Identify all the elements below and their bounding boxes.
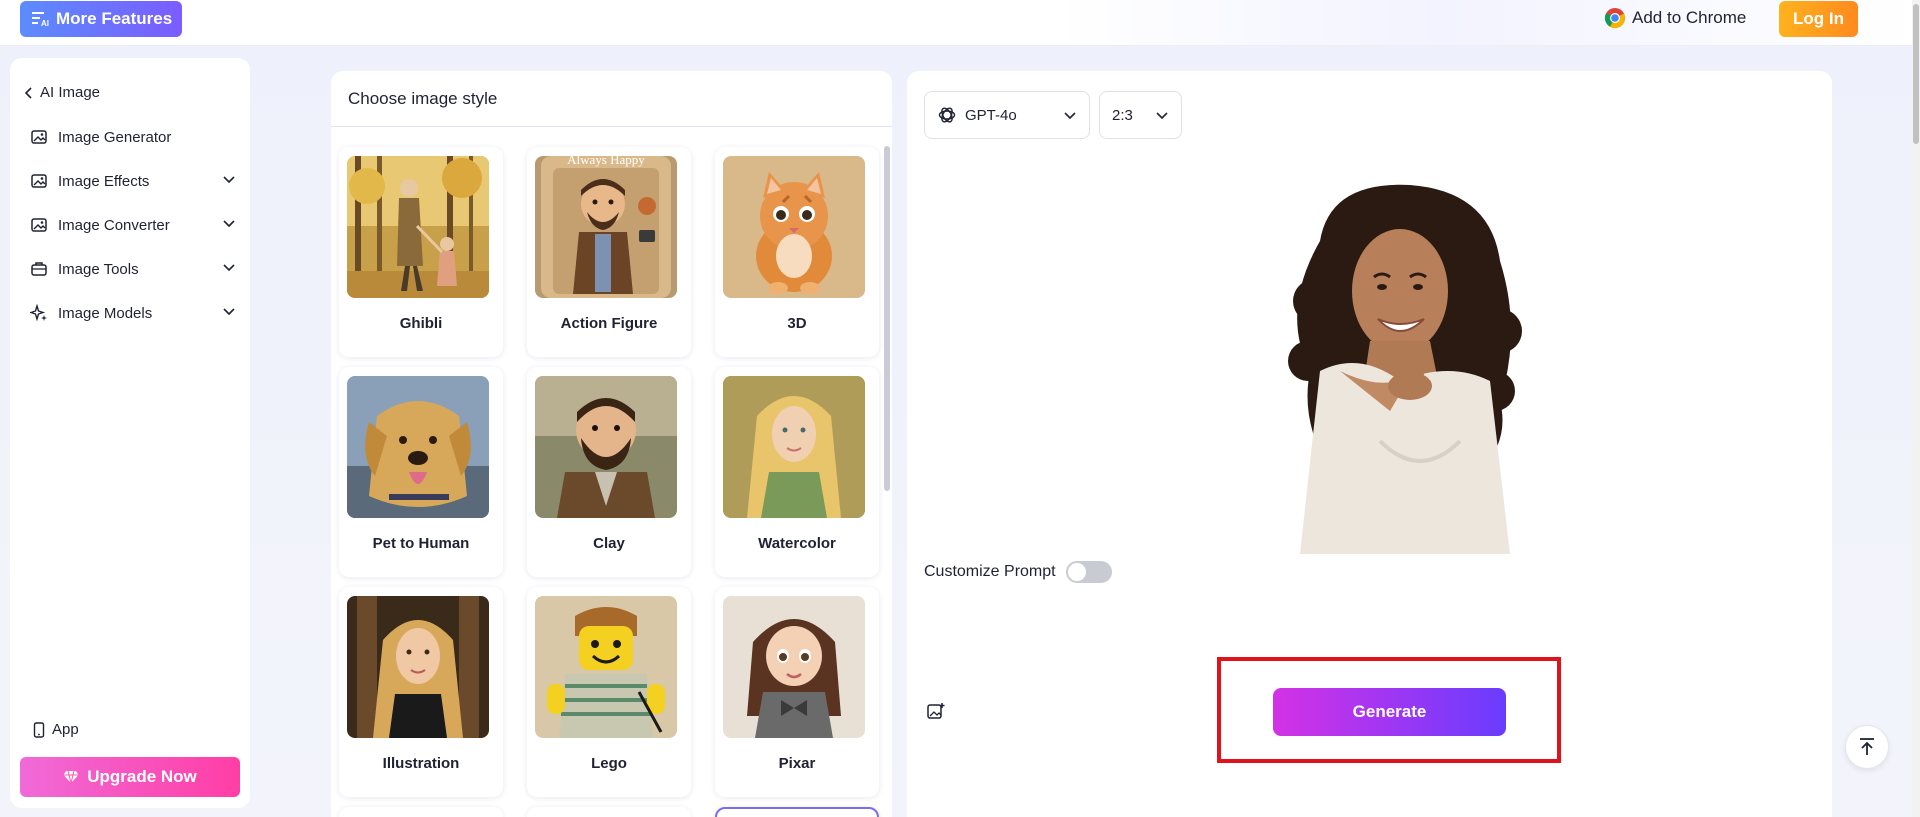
sidebar-item-image-models[interactable]: Image Models (30, 299, 240, 327)
sidebar-item-label: Image Converter (58, 216, 170, 234)
add-to-chrome-button[interactable]: Add to Chrome (1604, 6, 1746, 30)
style-scrollbar[interactable] (884, 146, 890, 491)
chevron-down-icon (1156, 112, 1168, 120)
chevron-left-icon (24, 86, 32, 99)
app-link[interactable]: App (32, 721, 79, 738)
style-card-lego[interactable]: Lego (527, 587, 691, 797)
style-label: Action Figure (560, 315, 658, 332)
image-icon (30, 216, 48, 234)
model-select[interactable]: GPT-4o (924, 91, 1090, 139)
image-icon (30, 128, 48, 146)
style-label: Illustration (382, 755, 460, 772)
chevron-down-icon (223, 176, 235, 184)
style-thumbnail (723, 596, 865, 738)
image-icon (30, 172, 48, 190)
customize-prompt-row: Customize Prompt (924, 561, 1112, 583)
style-card-partial[interactable] (527, 807, 691, 817)
back-to-ai-image[interactable]: AI Image (24, 84, 100, 101)
chevron-down-icon (223, 308, 235, 316)
style-card-partial[interactable] (339, 807, 503, 817)
openai-icon (938, 107, 956, 123)
sidebar-item-label: Image Tools (58, 260, 139, 278)
upgrade-now-button[interactable]: Upgrade Now (20, 757, 240, 797)
model-select-value: GPT-4o (965, 106, 1017, 124)
style-card-partial-selected[interactable] (715, 807, 879, 817)
sidebar-item-label: Image Generator (58, 128, 172, 146)
style-panel-title: Choose image style (331, 71, 892, 127)
page-scrollbar[interactable] (1912, 0, 1920, 817)
generator-panel: GPT-4o 2:3 Customize Prompt Generate (907, 71, 1832, 817)
style-thumbnail (347, 156, 489, 298)
style-thumbnail (347, 376, 489, 518)
sidebar-item-label: Image Effects (58, 172, 150, 190)
arrow-up-icon (1860, 738, 1874, 755)
style-card-action-figure[interactable]: Always Happy Action Figure (527, 147, 691, 357)
sidebar-item-label: Image Models (58, 304, 153, 322)
sidebar-item-image-effects[interactable]: Image Effects (30, 167, 240, 195)
back-to-top-button[interactable] (1845, 725, 1889, 769)
image-upload-icon[interactable] (926, 701, 946, 721)
style-card-ghibli[interactable]: Ghibli (339, 147, 503, 357)
more-features-button[interactable]: AI More Features (20, 1, 182, 37)
top-bar: AI More Features Add to Chrome Log In (0, 0, 1920, 46)
generate-button[interactable]: Generate (1273, 688, 1506, 736)
style-thumbnail (535, 596, 677, 738)
chevron-down-icon (223, 264, 235, 272)
style-label: Watercolor (758, 535, 836, 552)
svg-text:AI: AI (41, 19, 49, 27)
sidebar-item-image-generator[interactable]: Image Generator (30, 123, 240, 151)
action-figure-banner-text: Always Happy (567, 156, 645, 167)
style-panel: Choose image style Ghibli Always Happy A… (331, 71, 892, 817)
style-label: 3D (787, 315, 807, 332)
sparkle-icon (30, 304, 48, 322)
style-label: Clay (593, 535, 625, 552)
style-card-watercolor[interactable]: Watercolor (715, 367, 879, 577)
customize-prompt-toggle[interactable] (1065, 561, 1112, 583)
add-to-chrome-label: Add to Chrome (1632, 8, 1747, 27)
toggle-knob (1067, 563, 1086, 581)
back-label: AI Image (40, 84, 101, 101)
upgrade-label: Upgrade Now (87, 767, 197, 786)
style-card-3d[interactable]: 3D (715, 147, 879, 357)
phone-icon (33, 721, 45, 738)
ai-menu-icon: AI (32, 11, 50, 28)
style-label: Lego (591, 755, 627, 772)
style-card-illustration[interactable]: Illustration (339, 587, 503, 797)
style-thumbnail (723, 376, 865, 518)
app-label: App (52, 721, 79, 738)
toolbox-icon (30, 260, 48, 278)
style-card-pixar[interactable]: Pixar (715, 587, 879, 797)
chevron-down-icon (1064, 112, 1076, 120)
customize-prompt-label: Customize Prompt (924, 563, 1056, 580)
style-thumbnail (723, 156, 865, 298)
diamond-icon (63, 770, 79, 784)
style-label: Ghibli (399, 315, 443, 332)
chevron-down-icon (223, 220, 235, 228)
page-scrollbar-thumb[interactable] (1913, 4, 1919, 144)
more-features-label: More Features (56, 9, 173, 28)
aspect-ratio-value: 2:3 (1112, 106, 1133, 124)
aspect-ratio-select[interactable]: 2:3 (1099, 91, 1182, 139)
style-card-pet-to-human[interactable]: Pet to Human (339, 367, 503, 577)
sidebar-item-image-tools[interactable]: Image Tools (30, 255, 240, 283)
sidebar: AI Image Image Generator Image Effects I… (10, 58, 250, 808)
style-label: Pet to Human (372, 535, 470, 552)
style-thumbnail (347, 596, 489, 738)
chrome-icon (1604, 8, 1626, 29)
sidebar-item-image-converter[interactable]: Image Converter (30, 211, 240, 239)
style-label: Pixar (778, 755, 816, 772)
login-button[interactable]: Log In (1779, 1, 1858, 37)
style-thumbnail: Always Happy (535, 156, 677, 298)
style-card-clay[interactable]: Clay (527, 367, 691, 577)
preview-image (1260, 181, 1530, 554)
style-thumbnail (535, 376, 677, 518)
